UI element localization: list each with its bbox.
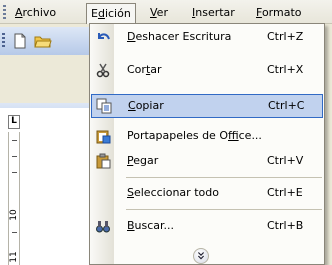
chevron-double-down-icon[interactable] [193,248,209,264]
menu-item-deshacer[interactable]: Deshacer Escritura Ctrl+Z [91,26,323,50]
menu-item-label: Seleccionar todo [127,186,219,199]
menu-edicion[interactable]: Edición [86,3,136,24]
menu-separator-2 [126,209,322,210]
ruler-number-11: 11 [9,251,19,263]
menu-item-shortcut: Ctrl+E [267,186,303,199]
menu-item-cortar[interactable]: Cortar Ctrl+X [91,59,323,83]
tab-selector[interactable]: L [8,115,20,129]
menu-item-copiar[interactable]: Copiar Ctrl+C [91,94,323,118]
menu-separator [126,177,322,178]
menu-archivo[interactable]: Archivo [11,4,60,21]
paste-icon [96,153,111,169]
edit-menu-dropdown: Deshacer Escritura Ctrl+Z Cortar Ctrl+X … [89,23,325,265]
menu-item-shortcut: Ctrl+X [267,63,304,76]
binoculars-icon [96,221,110,233]
menu-item-label: Portapapeles de Office... [127,129,262,142]
scissors-icon [96,63,110,78]
menu-item-shortcut: Ctrl+C [268,99,305,112]
copy-icon [96,98,112,114]
menu-item-seleccionar-todo[interactable]: Seleccionar todo Ctrl+E [91,182,323,206]
menu-item-buscar[interactable]: Buscar... Ctrl+B [91,215,323,239]
menu-item-label: Deshacer Escritura [127,30,232,43]
menu-item-label: Pegar [127,154,159,167]
menu-item-pegar[interactable]: Pegar Ctrl+V [91,150,323,174]
menu-bar: Archivo Edición Ver Insertar Formato [0,0,332,24]
toolbar-grip[interactable] [2,33,5,49]
menu-ver[interactable]: Ver [146,4,172,21]
menu-item-shortcut: Ctrl+B [267,219,304,232]
office-clipboard-icon [96,130,111,144]
standard-toolbar [0,27,92,55]
menu-item-label: Buscar... [127,219,175,232]
menu-item-label: Cortar [127,63,162,76]
menu-item-shortcut: Ctrl+V [267,154,304,167]
ruler-number-10: 10 [9,209,19,221]
vertical-ruler[interactable]: 10 11 [8,132,20,265]
open-folder-icon[interactable] [34,32,52,50]
menu-insertar[interactable]: Insertar [188,4,239,21]
menu-item-portapapeles[interactable]: Portapapeles de Office... [91,125,323,149]
undo-icon [98,33,110,40]
menu-formato[interactable]: Formato [252,4,306,21]
menu-item-label: Copiar [128,99,164,112]
menubar-grip[interactable] [3,5,6,19]
menu-item-shortcut: Ctrl+Z [267,30,304,43]
new-document-icon[interactable] [11,32,29,50]
